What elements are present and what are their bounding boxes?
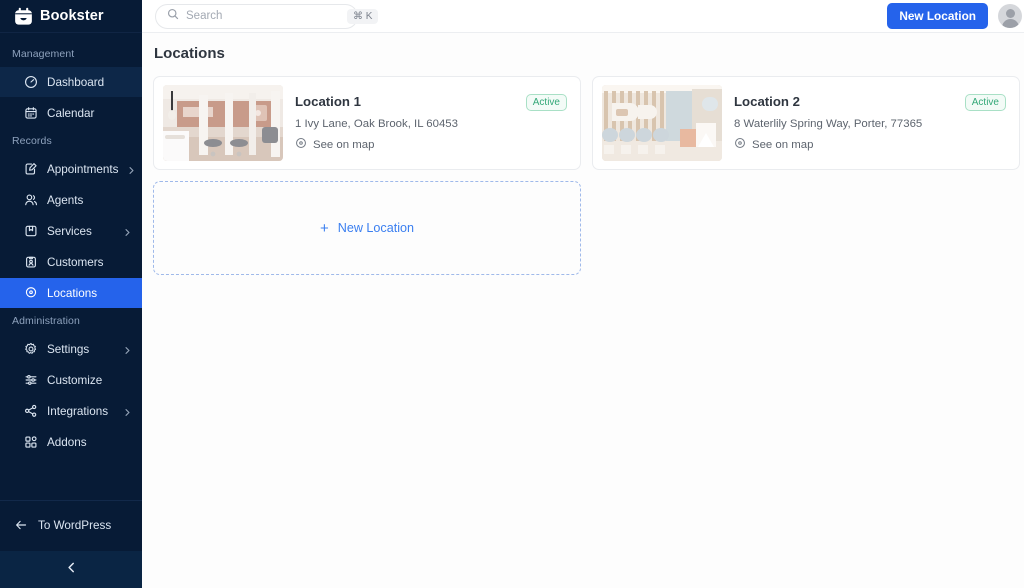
sidebar-item-calendar[interactable]: Calendar [0, 98, 142, 128]
sidebar-nav: Management Dashboard Calendar Records Ap… [0, 33, 142, 500]
location-card-header: Location 1 Active [295, 94, 571, 111]
sidebar-footer: To WordPress [0, 500, 142, 551]
status-badge: Active [525, 94, 567, 111]
location-address: 1 Ivy Lane, Oak Brook, IL 60453 [295, 118, 458, 130]
page-title: Locations [154, 45, 225, 62]
search-input[interactable] [186, 10, 340, 22]
see-on-map-label: See on map [313, 138, 375, 151]
search-shortcut-badge: ⌘ K [347, 8, 379, 24]
location-title: Location 1 [295, 94, 361, 109]
sidebar-item-label: Locations [47, 286, 98, 300]
location-card-header: Location 2 Active [734, 94, 1010, 111]
contact-card-icon [24, 255, 38, 269]
archive-icon [24, 224, 38, 238]
new-location-card[interactable]: + New Location [153, 181, 581, 275]
chevron-right-icon [127, 165, 136, 174]
brand[interactable]: Bookster [0, 0, 142, 33]
sidebar-item-label: Dashboard [47, 75, 105, 89]
main-area: ⌘ K New Location Locations [142, 0, 1024, 588]
sidebar-item-label: Customers [47, 255, 104, 269]
locations-grid: Location 1 Active 1 Ivy Lane, Oak Brook,… [153, 76, 1020, 275]
sidebar-item-label: Customize [47, 373, 103, 387]
map-pin-icon [24, 286, 38, 300]
arrow-left-icon [14, 518, 28, 532]
sliders-icon [24, 373, 38, 387]
see-on-map-link[interactable]: See on map [295, 137, 374, 152]
sidebar-item-dashboard[interactable]: Dashboard [0, 67, 142, 97]
share-nodes-icon [24, 404, 38, 418]
grid-plus-icon [24, 435, 38, 449]
sidebar-item-settings[interactable]: Settings [0, 334, 142, 364]
sidebar-item-label: Appointments [47, 162, 119, 176]
sidebar-item-addons[interactable]: Addons [0, 427, 142, 457]
location-thumbnail [163, 85, 283, 161]
sidebar-item-appointments[interactable]: Appointments [0, 154, 142, 184]
new-location-button[interactable]: New Location [887, 3, 988, 29]
location-title: Location 2 [734, 94, 800, 109]
chevron-right-icon [123, 345, 132, 354]
sidebar-item-label: Agents [47, 193, 84, 207]
see-on-map-label: See on map [752, 138, 814, 151]
location-card[interactable]: Location 1 Active 1 Ivy Lane, Oak Brook,… [153, 76, 581, 170]
sidebar-item-label: Integrations [47, 404, 109, 418]
search-icon [167, 7, 179, 25]
sidebar-item-locations[interactable]: Locations [0, 278, 142, 308]
gear-icon [24, 342, 38, 356]
sidebar-item-label: Addons [47, 435, 87, 449]
sidebar-item-agents[interactable]: Agents [0, 185, 142, 215]
location-thumbnail [602, 85, 722, 161]
sidebar-section-management: Management [12, 48, 75, 60]
new-location-card-label: New Location [337, 221, 415, 235]
sidebar-item-services[interactable]: Services [0, 216, 142, 246]
app-root: Bookster Management Dashboard Calendar R… [0, 0, 1024, 588]
sidebar-item-customize[interactable]: Customize [0, 365, 142, 395]
map-pin-icon [295, 137, 307, 152]
sidebar-collapse-button[interactable] [0, 551, 142, 588]
sidebar-item-label: Services [47, 224, 92, 238]
brand-name: Bookster [40, 8, 104, 24]
sidebar-section-administration: Administration [12, 315, 80, 327]
calendar-smile-icon [14, 7, 33, 26]
location-card-body: Location 2 Active 8 Waterlily Spring Way… [722, 94, 1010, 152]
sidebar-item-label: Calendar [47, 106, 95, 120]
sidebar-item-customers[interactable]: Customers [0, 247, 142, 277]
edit-note-icon [24, 162, 38, 176]
sidebar-item-to-wordpress[interactable]: To WordPress [0, 510, 142, 540]
sidebar-section-records: Records [12, 135, 52, 147]
see-on-map-link[interactable]: See on map [734, 137, 813, 152]
topbar: ⌘ K New Location [142, 0, 1024, 33]
status-badge: Active [964, 94, 1006, 111]
content-area: Locations Location 1 Active 1 Ivy Lane, … [142, 33, 1024, 588]
sidebar-item-label: To WordPress [38, 518, 112, 532]
chevron-right-icon [123, 407, 132, 416]
users-icon [24, 193, 38, 207]
map-pin-icon [734, 137, 746, 152]
location-card[interactable]: Location 2 Active 8 Waterlily Spring Way… [592, 76, 1020, 170]
avatar[interactable] [998, 4, 1022, 28]
calendar-icon [24, 106, 38, 120]
sidebar-item-integrations[interactable]: Integrations [0, 396, 142, 426]
search-box[interactable]: ⌘ K [155, 3, 379, 29]
location-address: 8 Waterlily Spring Way, Porter, 77365 [734, 118, 923, 130]
location-card-body: Location 1 Active 1 Ivy Lane, Oak Brook,… [283, 94, 571, 152]
chevron-left-icon [65, 561, 78, 579]
gauge-icon [24, 75, 38, 89]
chevron-right-icon [123, 227, 132, 236]
plus-icon: + [319, 219, 329, 237]
sidebar-item-label: Settings [47, 342, 90, 356]
sidebar: Bookster Management Dashboard Calendar R… [0, 0, 142, 588]
